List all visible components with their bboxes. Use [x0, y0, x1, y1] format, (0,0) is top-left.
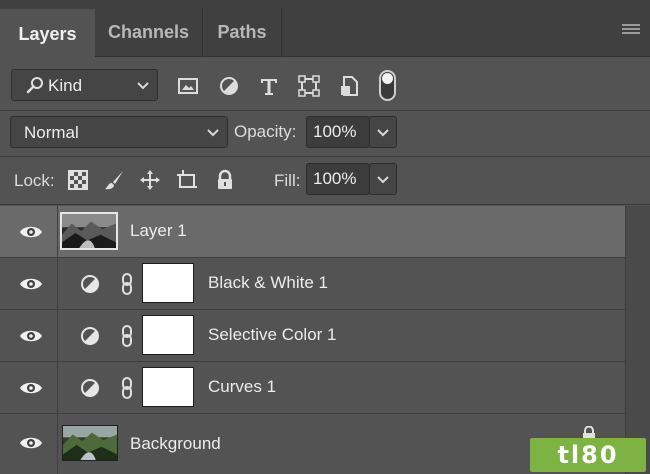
link-chain-icon[interactable]: [120, 324, 134, 348]
adjustment-layer-icon: [81, 327, 99, 345]
adjustment-layer-icon: [81, 379, 99, 397]
panel-tab-bar: Layers Channels Paths: [0, 0, 650, 58]
lock-label: Lock:: [14, 171, 55, 190]
link-chain-icon[interactable]: [120, 376, 134, 400]
lock-image-pixels-brush-icon[interactable]: [103, 169, 125, 191]
layer-mask-thumbnail[interactable]: [142, 367, 194, 407]
layer-filter-bar: Kind: [0, 58, 650, 111]
lock-all-padlock-icon[interactable]: [214, 169, 236, 191]
layer-thumbnail-color-landscape: [62, 425, 118, 461]
adjustment-filter-icon[interactable]: [218, 75, 240, 97]
opacity-label: Opacity:: [234, 122, 297, 141]
blend-options-bar: Normal Opacity: 100%: [0, 111, 650, 157]
eye-icon: [20, 278, 42, 290]
layer-name: Black & White 1: [208, 273, 328, 292]
eye-icon: [20, 437, 42, 449]
adjustment-layer-icon: [81, 275, 99, 293]
filter-kind-label: Kind: [48, 76, 83, 95]
layer-row-curves-1[interactable]: Curves 1: [0, 362, 625, 414]
filter-toggle-knob: [382, 73, 393, 84]
search-icon: [26, 77, 43, 94]
visibility-cell[interactable]: [0, 310, 58, 362]
chevron-down-icon: [377, 176, 389, 184]
layers-scrollbar[interactable]: [625, 206, 650, 474]
layer-name: Background: [130, 434, 221, 453]
eye-icon: [20, 330, 42, 342]
lock-options-bar: Lock: Fill: 100%: [0, 157, 650, 205]
layer-thumbnail-bw-landscape: [60, 212, 118, 250]
layer-row-layer-1[interactable]: Layer 1: [0, 206, 625, 258]
fill-dropdown-button[interactable]: [369, 163, 397, 195]
layers-list: Layer 1 Black & White 1 Selective Color …: [0, 206, 650, 474]
filter-kind-select[interactable]: Kind: [11, 69, 158, 101]
blend-mode-value: Normal: [24, 123, 79, 142]
smart-object-filter-icon[interactable]: [338, 75, 360, 97]
panel-menu-icon[interactable]: [622, 24, 640, 36]
tab-layers[interactable]: Layers: [0, 9, 95, 58]
layer-row-black-white-1[interactable]: Black & White 1: [0, 258, 625, 310]
visibility-cell[interactable]: [0, 414, 58, 474]
watermark-logo: tl80: [530, 438, 646, 472]
eye-icon: [20, 382, 42, 394]
type-filter-icon[interactable]: [258, 75, 280, 97]
layer-mask-thumbnail[interactable]: [142, 263, 194, 303]
lock-position-move-icon[interactable]: [139, 169, 161, 191]
layer-row-selective-color-1[interactable]: Selective Color 1: [0, 310, 625, 362]
blend-mode-select[interactable]: Normal: [10, 116, 228, 148]
chevron-down-icon: [207, 129, 219, 137]
tab-paths[interactable]: Paths: [203, 7, 282, 57]
lock-artboard-icon[interactable]: [176, 169, 198, 191]
layer-name: Curves 1: [208, 377, 277, 396]
opacity-field[interactable]: 100%: [306, 116, 370, 148]
visibility-cell[interactable]: [0, 206, 58, 258]
chevron-down-icon: [137, 82, 149, 90]
shape-filter-icon[interactable]: [298, 75, 320, 97]
link-chain-icon[interactable]: [120, 272, 134, 296]
filter-toggle[interactable]: [379, 70, 396, 101]
eye-icon: [20, 226, 42, 238]
chevron-down-icon: [377, 129, 389, 137]
lock-transparent-pixels-icon[interactable]: [67, 169, 89, 191]
fill-field[interactable]: 100%: [306, 163, 370, 195]
visibility-cell[interactable]: [0, 258, 58, 310]
layer-name: Selective Color 1: [208, 325, 337, 344]
layer-name: Layer 1: [130, 221, 187, 240]
opacity-dropdown-button[interactable]: [369, 116, 397, 148]
tab-channels[interactable]: Channels: [95, 7, 203, 57]
layer-mask-thumbnail[interactable]: [142, 315, 194, 355]
fill-label: Fill:: [274, 171, 301, 190]
visibility-cell[interactable]: [0, 362, 58, 414]
image-filter-icon[interactable]: [177, 75, 199, 97]
